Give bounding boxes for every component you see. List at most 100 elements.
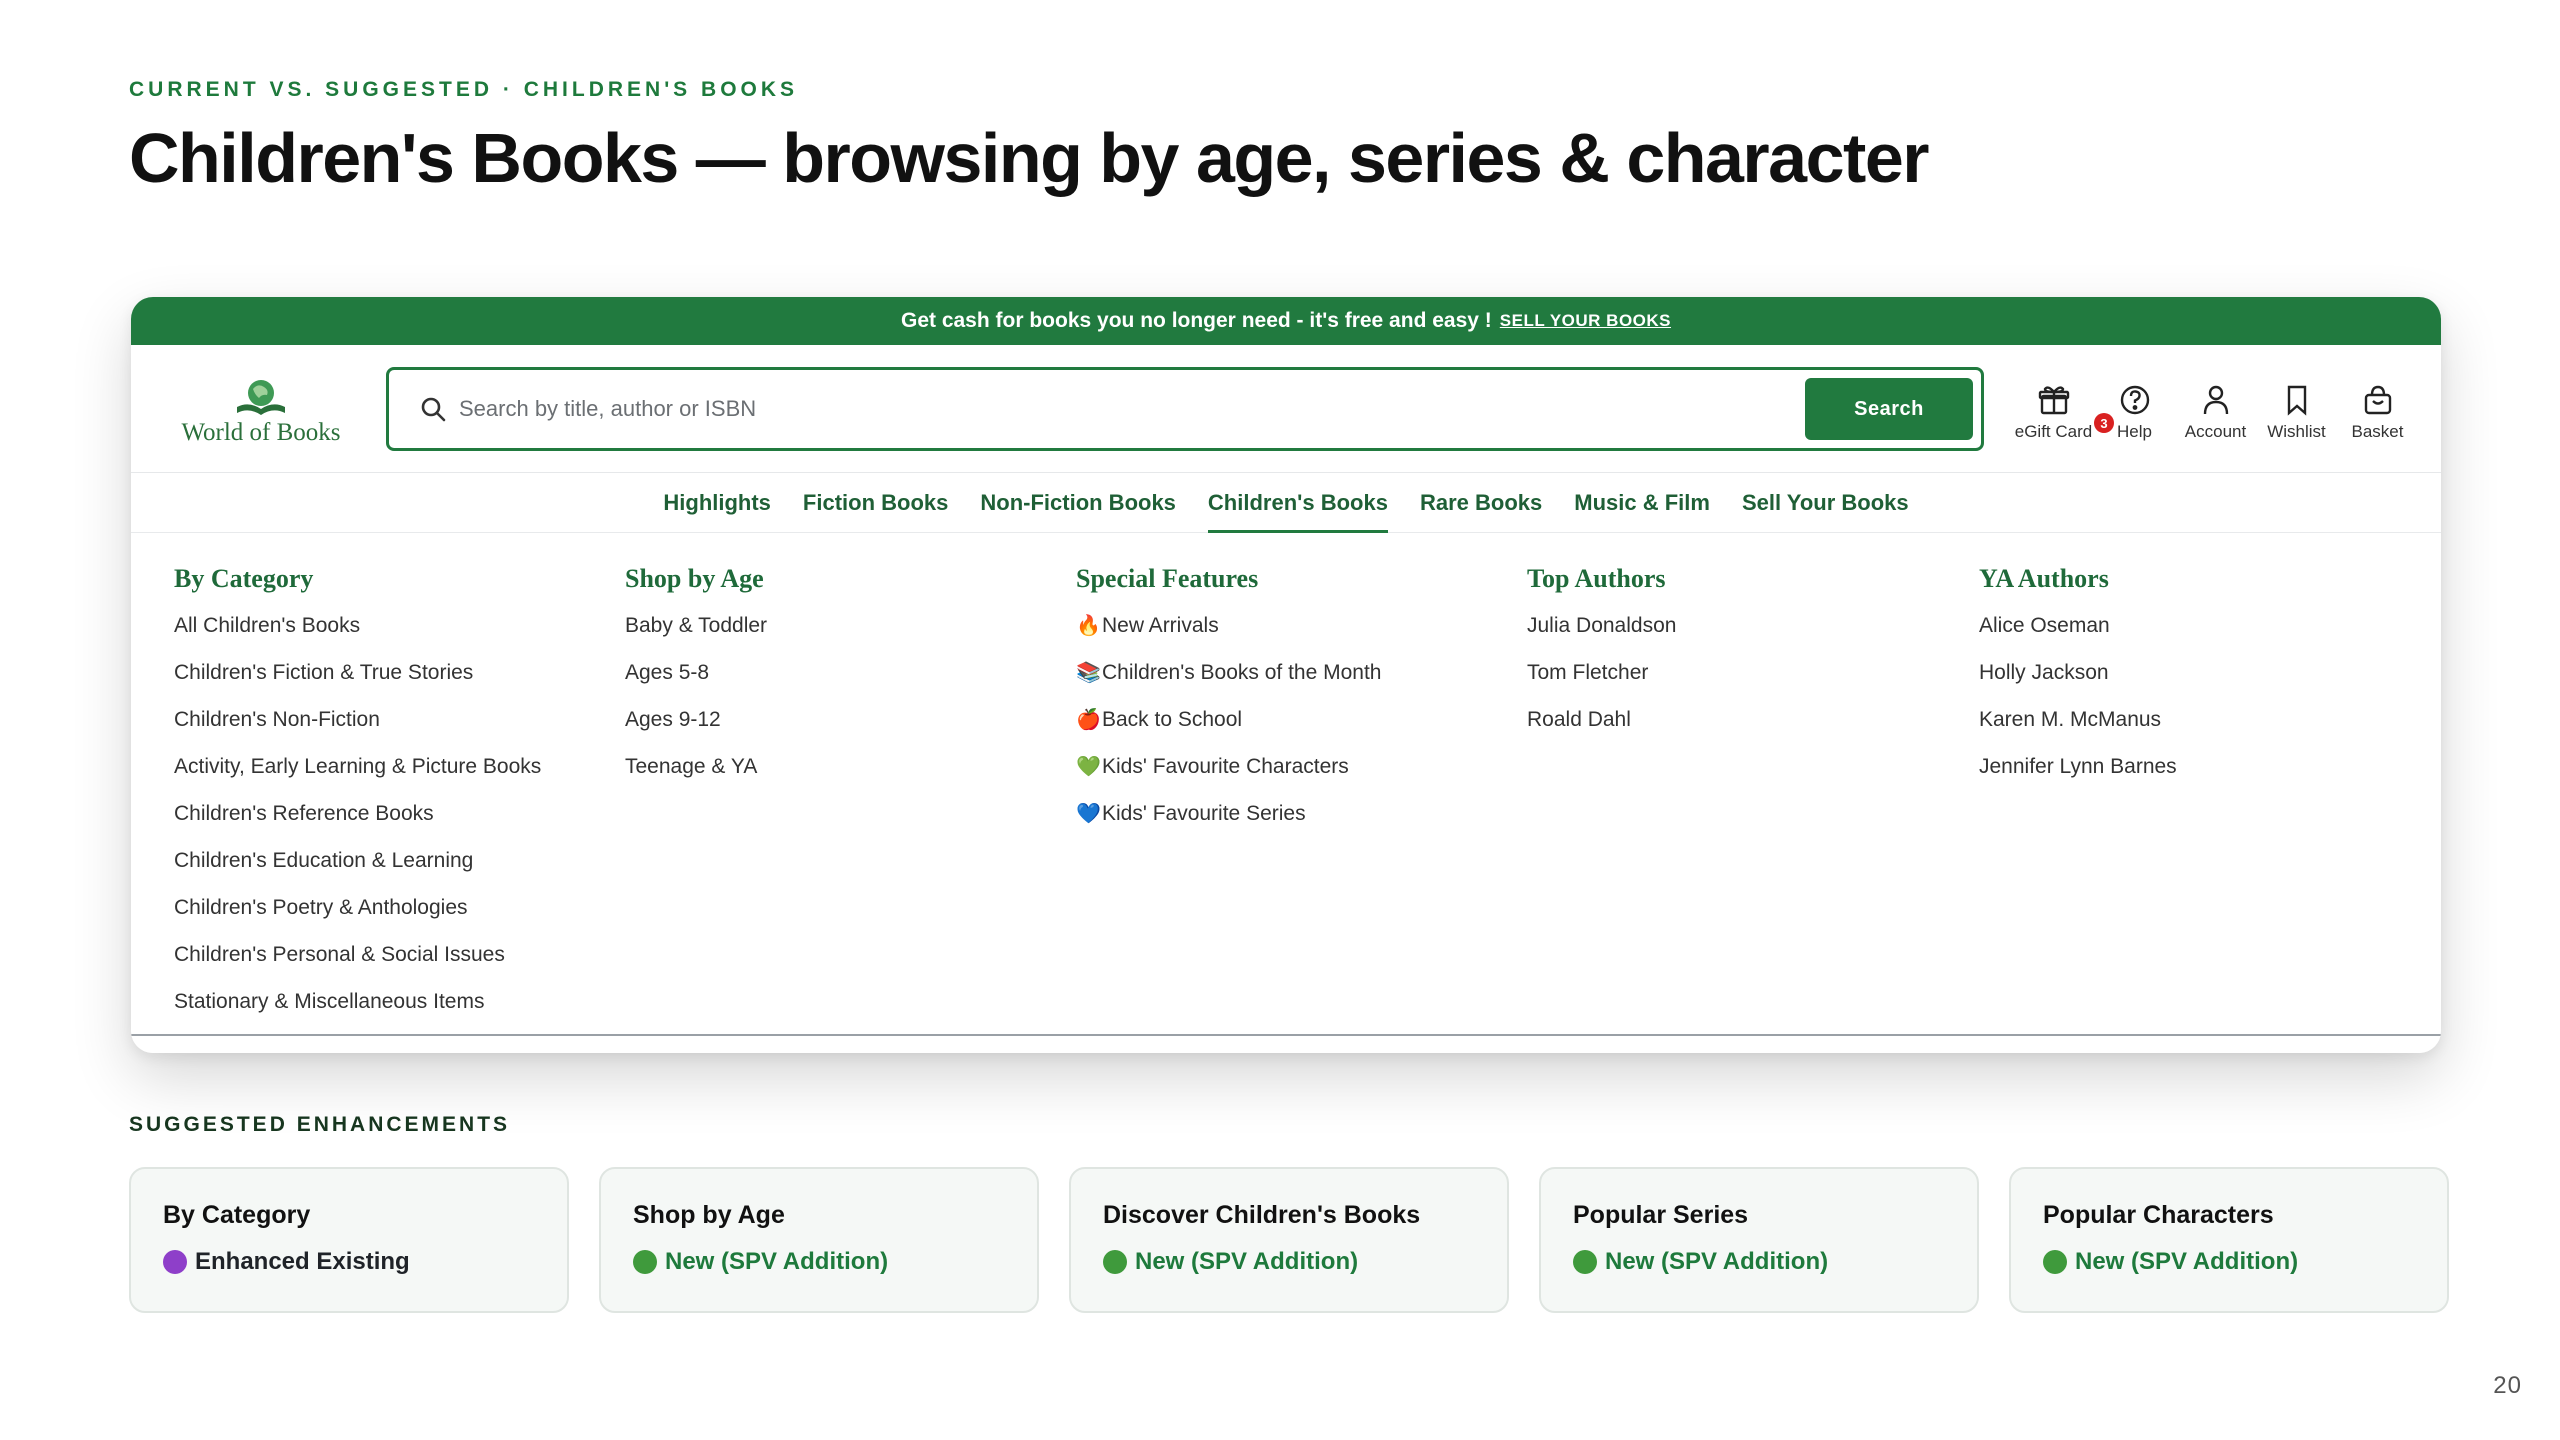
menu-item[interactable]: Teenage & YA <box>625 743 767 790</box>
fire-icon: 🔥 <box>1076 615 1101 637</box>
card-status-text: New (SPV Addition) <box>2075 1248 2299 1275</box>
menu-column-special-features: Special Features 🔥New Arrivals 📚Children… <box>1076 564 1382 837</box>
menu-item[interactable]: 🔥New Arrivals <box>1076 602 1382 649</box>
menu-item-label: Children's Books of the Month <box>1102 661 1382 684</box>
menu-item[interactable]: Roald Dahl <box>1527 696 1676 743</box>
nav-music-film[interactable]: Music & Film <box>1558 473 1726 533</box>
logo-text: World of Books <box>181 419 341 446</box>
wishlist-button[interactable]: Wishlist <box>2256 383 2337 442</box>
menu-item[interactable]: 💚Kids' Favourite Characters <box>1076 743 1382 790</box>
help-label: Help <box>2117 422 2152 441</box>
menu-item[interactable]: Karen M. McManus <box>1979 696 2177 743</box>
menu-item-label: Back to School <box>1102 708 1243 731</box>
menu-item[interactable]: Children's Education & Learning <box>174 837 541 884</box>
menu-item[interactable]: Jennifer Lynn Barnes <box>1979 743 2177 790</box>
menu-item[interactable]: Alice Oseman <box>1979 602 2177 649</box>
menu-item[interactable]: Children's Fiction & True Stories <box>174 649 541 696</box>
menu-item[interactable]: All Children's Books <box>174 602 541 649</box>
card-status: New (SPV Addition) <box>1573 1248 1945 1276</box>
basket-count-badge: 3 <box>2094 413 2114 433</box>
nav-non-fiction-books[interactable]: Non-Fiction Books <box>964 473 1192 533</box>
menu-heading: By Category <box>174 564 314 593</box>
menu-item[interactable]: Ages 5-8 <box>625 649 767 696</box>
menu-item[interactable]: Stationary & Miscellaneous Items <box>174 978 541 1025</box>
menu-item-label: Kids' Favourite Series <box>1102 802 1306 825</box>
slide-title: Children's Books — browsing by age, seri… <box>129 119 1930 197</box>
nav-sell-your-books[interactable]: Sell Your Books <box>1726 473 1925 533</box>
menu-heading: YA Authors <box>1979 564 2109 593</box>
apple-icon: 🍎 <box>1076 709 1101 731</box>
books-icon: 📚 <box>1076 662 1101 684</box>
slide-eyebrow: CURRENT VS. SUGGESTED · CHILDREN'S BOOKS <box>129 78 799 101</box>
card-title: By Category <box>163 1201 311 1229</box>
menu-item[interactable]: Children's Personal & Social Issues <box>174 931 541 978</box>
menu-item[interactable]: 💙Kids' Favourite Series <box>1076 790 1382 837</box>
enhancement-card: Popular Characters New (SPV Addition) <box>2009 1167 2449 1313</box>
menu-item[interactable]: Activity, Early Learning & Picture Books <box>174 743 541 790</box>
card-status-text: New (SPV Addition) <box>1605 1248 1829 1275</box>
site-logo[interactable]: World of Books <box>175 377 347 447</box>
menu-item[interactable]: Children's Non-Fiction <box>174 696 541 743</box>
page-number: 20 <box>2493 1372 2522 1399</box>
card-status: New (SPV Addition) <box>2043 1248 2415 1276</box>
card-status-text: Enhanced Existing <box>195 1248 410 1275</box>
menu-column-by-category: By Category All Children's Books Childre… <box>174 564 541 1025</box>
card-status: Enhanced Existing <box>163 1248 535 1276</box>
card-title: Shop by Age <box>633 1201 785 1229</box>
menu-item[interactable]: Children's Reference Books <box>174 790 541 837</box>
menu-item[interactable]: Ages 9-12 <box>625 696 767 743</box>
bookmark-icon <box>2287 385 2306 416</box>
nav-rare-books[interactable]: Rare Books <box>1404 473 1558 533</box>
menu-heading: Special Features <box>1076 564 1259 593</box>
status-dot-icon <box>163 1250 187 1274</box>
menu-item[interactable]: Holly Jackson <box>1979 649 2177 696</box>
account-button[interactable]: Account <box>2175 383 2256 442</box>
search-icon <box>421 397 446 422</box>
wishlist-label: Wishlist <box>2267 422 2326 441</box>
menu-column-top-authors: Top Authors Julia Donaldson Tom Fletcher… <box>1527 564 1676 743</box>
main-nav: Highlights Fiction Books Non-Fiction Boo… <box>131 473 2441 533</box>
egift-card-label: eGift Card <box>2014 422 2093 441</box>
egift-card-button[interactable]: eGift Card <box>2013 383 2094 442</box>
nav-fiction-books[interactable]: Fiction Books <box>787 473 964 533</box>
account-label: Account <box>2184 422 2247 441</box>
sell-your-books-link[interactable]: SELL YOUR BOOKS <box>1500 311 1671 331</box>
card-status-text: New (SPV Addition) <box>665 1248 889 1275</box>
basket-label: Basket <box>2351 422 2404 441</box>
card-title: Discover Children's Books <box>1103 1201 1421 1229</box>
header-icons: eGift Card Help Account Wishlist Basket <box>2013 383 2418 442</box>
site-header: World of Books Search eGift Card <box>131 345 2441 473</box>
help-icon <box>2120 385 2149 415</box>
menu-column-shop-by-age: Shop by Age Baby & Toddler Ages 5-8 Ages… <box>625 564 767 790</box>
menu-item-label: Kids' Favourite Characters <box>1102 755 1349 778</box>
status-dot-icon <box>1573 1250 1597 1274</box>
nav-highlights[interactable]: Highlights <box>647 473 787 533</box>
card-status: New (SPV Addition) <box>1103 1248 1475 1276</box>
search-bar: Search <box>386 367 1984 451</box>
enhancement-card: Shop by Age New (SPV Addition) <box>599 1167 1039 1313</box>
account-icon <box>2203 385 2228 415</box>
enhancement-card: By Category Enhanced Existing <box>129 1167 569 1313</box>
menu-item[interactable]: 🍎Back to School <box>1076 696 1382 743</box>
gift-icon <box>2038 386 2069 415</box>
promo-banner: Get cash for books you no longer need - … <box>131 297 2441 345</box>
website-screenshot: Get cash for books you no longer need - … <box>131 297 2441 1053</box>
menu-item[interactable]: Julia Donaldson <box>1527 602 1676 649</box>
search-input[interactable] <box>459 384 1699 434</box>
basket-button[interactable]: Basket <box>2337 383 2418 442</box>
enhancements-label: SUGGESTED ENHANCEMENTS <box>129 1113 511 1136</box>
menu-item[interactable]: Children's Poetry & Anthologies <box>174 884 541 931</box>
menu-item[interactable]: Baby & Toddler <box>625 602 767 649</box>
menu-item-label: New Arrivals <box>1102 614 1219 637</box>
status-dot-icon <box>633 1250 657 1274</box>
nav-childrens-books[interactable]: Children's Books <box>1192 473 1404 533</box>
menu-column-ya-authors: YA Authors Alice Oseman Holly Jackson Ka… <box>1979 564 2177 790</box>
menu-item[interactable]: Tom Fletcher <box>1527 649 1676 696</box>
card-status: New (SPV Addition) <box>633 1248 1005 1276</box>
status-dot-icon <box>2043 1250 2067 1274</box>
enhancement-card: Discover Children's Books New (SPV Addit… <box>1069 1167 1509 1313</box>
card-title: Popular Series <box>1573 1201 1749 1229</box>
menu-heading: Top Authors <box>1527 564 1666 593</box>
menu-item[interactable]: 📚Children's Books of the Month <box>1076 649 1382 696</box>
search-button[interactable]: Search <box>1805 378 1973 440</box>
